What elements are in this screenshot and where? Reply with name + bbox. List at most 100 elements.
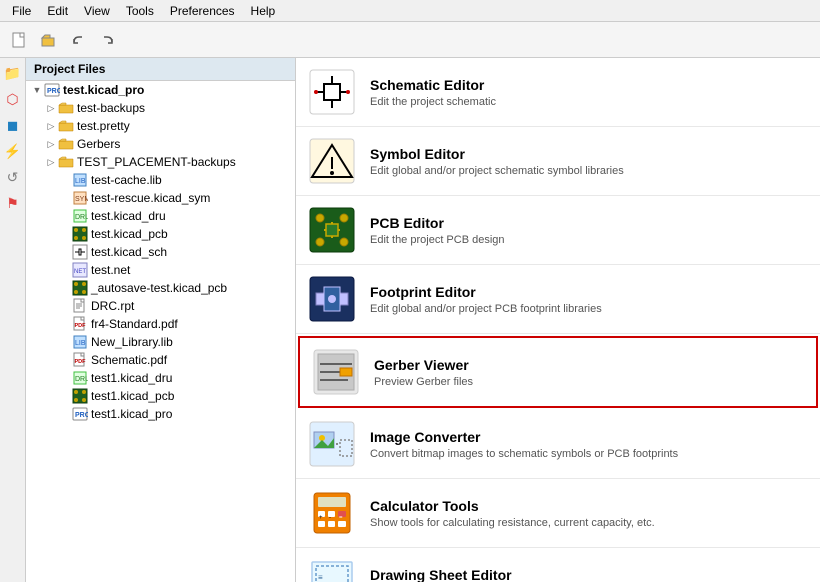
tree-label-t1pcb: test1.kicad_pcb — [91, 389, 174, 403]
toolbar — [0, 22, 820, 58]
tree-icon-schpdf: PDF — [72, 352, 88, 368]
svg-text:-: - — [329, 515, 331, 521]
tree-item-t1pro[interactable]: PROtest1.kicad_pro — [26, 405, 295, 423]
tool-title-schematic: Schematic Editor — [370, 77, 496, 93]
tool-desc-schematic: Edit the project schematic — [370, 96, 496, 108]
tool-desc-symbol: Edit global and/or project schematic sym… — [370, 165, 624, 177]
tool-icon-symbol — [308, 137, 356, 185]
tree-toggle-drc — [58, 299, 72, 313]
tree-item-fr4pdf[interactable]: PDFfr4-Standard.pdf — [26, 315, 295, 333]
tool-item-drawing[interactable]: ≡ Drawing Sheet EditorEdit drawing sheet… — [296, 548, 820, 582]
tool-item-imageconv[interactable]: Image ConverterConvert bitmap images to … — [296, 410, 820, 479]
svg-text:LIB: LIB — [75, 178, 86, 185]
tree-item-schpdf[interactable]: PDFSchematic.pdf — [26, 351, 295, 369]
tree-label-t1dru: test1.kicad_dru — [91, 371, 172, 385]
tree-label-net: test.net — [91, 263, 130, 277]
tree-label-autosave: _autosave-test.kicad_pcb — [91, 281, 227, 295]
tree-toggle-testplace[interactable]: ▷ — [44, 155, 58, 169]
tree-label-backups: test-backups — [77, 101, 145, 115]
tree-item-pcb[interactable]: test.kicad_pcb — [26, 225, 295, 243]
tool-item-pcb[interactable]: PCB EditorEdit the project PCB design — [296, 196, 820, 265]
menu-bar: FileEditViewToolsPreferencesHelp — [0, 0, 820, 22]
tool-desc-imageconv: Convert bitmap images to schematic symbo… — [370, 448, 678, 460]
tree-label-gerbers: Gerbers — [77, 137, 120, 151]
tool-item-gerber[interactable]: Gerber ViewerPreview Gerber files — [298, 336, 818, 408]
svg-text:PRO: PRO — [47, 88, 60, 95]
svg-text:DRU: DRU — [75, 214, 88, 221]
tree-toggle-gerbers[interactable]: ▷ — [44, 137, 58, 151]
tree-item-sch[interactable]: test.kicad_sch — [26, 243, 295, 261]
menu-item-file[interactable]: File — [4, 2, 39, 20]
tool-title-calculator: Calculator Tools — [370, 498, 655, 514]
tree-label-cachelib: test-cache.lib — [91, 173, 162, 187]
tree-label-root: test.kicad_pro — [63, 83, 144, 97]
menu-item-view[interactable]: View — [76, 2, 118, 20]
tree-label-sch: test.kicad_sch — [91, 245, 167, 259]
undo-button[interactable] — [64, 26, 92, 54]
tool-title-footprint: Footprint Editor — [370, 284, 602, 300]
tree-toggle-net — [58, 263, 72, 277]
tree-icon-autosave — [72, 280, 88, 296]
pcb-side-icon[interactable]: ◼ — [2, 114, 24, 136]
tree-item-gerbers[interactable]: ▷ Gerbers — [26, 135, 295, 153]
file-tree: ▼PROtest.kicad_pro▷test-backups▷test.pre… — [26, 81, 295, 582]
tool-desc-footprint: Edit global and/or project PCB footprint… — [370, 303, 602, 315]
tree-toggle-backups[interactable]: ▷ — [44, 101, 58, 115]
tree-item-dru[interactable]: DRUtest.kicad_dru — [26, 207, 295, 225]
tree-label-pretty: test.pretty — [77, 119, 130, 133]
open-button[interactable] — [34, 26, 62, 54]
menu-item-preferences[interactable]: Preferences — [162, 2, 243, 20]
svg-text:+: + — [319, 515, 323, 521]
tree-item-drc[interactable]: DRC.rpt — [26, 297, 295, 315]
tree-label-testplace: TEST_PLACEMENT-backups — [77, 155, 236, 169]
tree-item-autosave[interactable]: _autosave-test.kicad_pcb — [26, 279, 295, 297]
menu-item-edit[interactable]: Edit — [39, 2, 76, 20]
tree-icon-gerbers — [58, 136, 74, 152]
tree-item-pretty[interactable]: ▷ test.pretty — [26, 117, 295, 135]
tool-item-symbol[interactable]: Symbol EditorEdit global and/or project … — [296, 127, 820, 196]
redo-button[interactable] — [94, 26, 122, 54]
tree-icon-t1pro: PRO — [72, 406, 88, 422]
tree-label-rescue: test-rescue.kicad_sym — [91, 191, 210, 205]
tree-toggle-t1pcb — [58, 389, 72, 403]
tree-item-t1dru[interactable]: DRUtest1.kicad_dru — [26, 369, 295, 387]
library-side-icon[interactable]: ⚡ — [2, 140, 24, 162]
tree-toggle-root[interactable]: ▼ — [30, 83, 44, 97]
tree-icon-dru: DRU — [72, 208, 88, 224]
refresh-icon[interactable]: ↺ — [2, 166, 24, 188]
project-icon[interactable]: 📁 — [2, 62, 24, 84]
file-tree-panel: Project Files ▼PROtest.kicad_pro▷test-ba… — [26, 58, 296, 582]
tree-toggle-sch — [58, 245, 72, 259]
tree-label-t1pro: test1.kicad_pro — [91, 407, 172, 421]
tree-icon-pretty — [58, 118, 74, 134]
tree-toggle-fr4pdf — [58, 317, 72, 331]
menu-item-help[interactable]: Help — [243, 2, 284, 20]
tree-item-rescue[interactable]: SYMtest-rescue.kicad_sym — [26, 189, 295, 207]
flag-icon[interactable]: ⚑ — [2, 192, 24, 214]
svg-text:PDF: PDF — [75, 323, 87, 329]
tree-icon-rescue: SYM — [72, 190, 88, 206]
tree-toggle-cachelib — [58, 173, 72, 187]
tool-item-calculator[interactable]: + - = Calculator ToolsShow tools for cal… — [296, 479, 820, 548]
tool-item-schematic[interactable]: Schematic Editor Edit the project schemat… — [296, 58, 820, 127]
tree-item-testplace[interactable]: ▷ TEST_PLACEMENT-backups — [26, 153, 295, 171]
tree-toggle-schpdf — [58, 353, 72, 367]
tree-item-backups[interactable]: ▷ test-backups — [26, 99, 295, 117]
menu-item-tools[interactable]: Tools — [118, 2, 162, 20]
tree-item-t1pcb[interactable]: test1.kicad_pcb — [26, 387, 295, 405]
tree-toggle-newlib — [58, 335, 72, 349]
tree-toggle-pcb — [58, 227, 72, 241]
tool-icon-footprint — [308, 275, 356, 323]
tree-item-net[interactable]: NETtest.net — [26, 261, 295, 279]
tool-item-footprint[interactable]: Footprint Editor Edit global and/or proje… — [296, 265, 820, 334]
new-button[interactable] — [4, 26, 32, 54]
tree-item-newlib[interactable]: LIBNew_Library.lib — [26, 333, 295, 351]
tree-icon-root: PRO — [44, 82, 60, 98]
tree-item-cachelib[interactable]: LIB test-cache.lib — [26, 171, 295, 189]
schematic-side-icon[interactable]: ⬡ — [2, 88, 24, 110]
tree-label-pcb: test.kicad_pcb — [91, 227, 168, 241]
tree-item-root[interactable]: ▼PROtest.kicad_pro — [26, 81, 295, 99]
tree-toggle-pretty[interactable]: ▷ — [44, 119, 58, 133]
main-layout: 📁⬡◼⚡↺⚑ Project Files ▼PROtest.kicad_pro▷… — [0, 58, 820, 582]
tool-icon-drawing: ≡ — [308, 558, 356, 582]
